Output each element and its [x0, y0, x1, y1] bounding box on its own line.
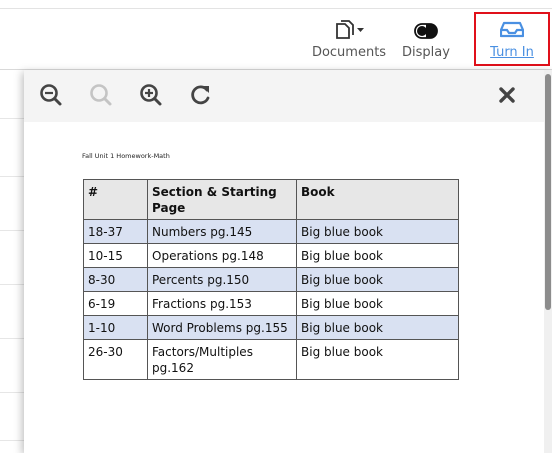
document-header: Fall Unit 1 Homework-Math [82, 152, 170, 160]
column-header: Section & Starting Page [147, 179, 297, 220]
zoom-in-icon [138, 82, 164, 108]
documents-dropdown-icon [309, 20, 389, 42]
cell-section: Percents pg.150 [147, 267, 297, 292]
divider [0, 8, 552, 9]
document-viewer-modal: Fall Unit 1 Homework-Math # Section & St… [24, 70, 552, 453]
cell-book: Big blue book [296, 339, 459, 380]
inbox-tray-icon [476, 20, 548, 42]
column-header: Book [296, 179, 459, 220]
cell-book: Big blue book [296, 267, 459, 292]
cell-section: Fractions pg.153 [147, 291, 297, 316]
cell-section: Operations pg.148 [147, 243, 297, 268]
scrollbar[interactable] [544, 70, 552, 453]
close-icon [496, 87, 518, 110]
zoom-out-icon [38, 82, 64, 108]
cell-number: 6-19 [83, 291, 148, 316]
table-row: 18-37 Numbers pg.145 Big blue book [83, 219, 459, 244]
cell-number: 18-37 [83, 219, 148, 244]
document-page: Fall Unit 1 Homework-Math # Section & St… [24, 122, 544, 453]
cell-book: Big blue book [296, 315, 459, 340]
table-row: 10-15 Operations pg.148 Big blue book [83, 243, 459, 268]
turn-in-label: Turn In [490, 45, 534, 60]
table-row: 26-30 Factors/Multiples pg.162 Big blue bo… [83, 339, 459, 380]
cell-book: Big blue book [296, 291, 459, 316]
display-button[interactable]: Display [398, 20, 454, 66]
viewer-toolbar [24, 70, 544, 122]
cell-section: Numbers pg.145 [147, 219, 297, 244]
zoom-reset-button[interactable] [88, 82, 114, 108]
cell-number: 10-15 [83, 243, 148, 268]
cell-section: Word Problems pg.155 [147, 315, 297, 340]
cell-number: 1-10 [83, 315, 148, 340]
column-header: # [83, 179, 148, 220]
documents-button[interactable]: Documents [309, 20, 389, 66]
homework-table: # Section & Starting Page Book 18-37 Numb… [83, 179, 459, 380]
cell-book: Big blue book [296, 243, 459, 268]
documents-label: Documents [311, 45, 387, 60]
top-toolbar: Documents Display Turn In [0, 0, 552, 70]
zoom-in-button[interactable] [138, 82, 164, 108]
zoom-out-button[interactable] [38, 82, 64, 108]
zoom-reset-icon [88, 82, 114, 108]
table-row: 6-19 Fractions pg.153 Big blue book [83, 291, 459, 316]
toggle-icon [398, 20, 454, 42]
display-label: Display [402, 45, 450, 60]
close-button[interactable] [496, 84, 518, 106]
scroll-thumb[interactable] [545, 74, 551, 310]
cell-number: 26-30 [83, 339, 148, 380]
cell-section: Factors/Multiples pg.162 [147, 339, 297, 380]
table-header-row: # Section & Starting Page Book [83, 179, 459, 220]
rotate-icon [188, 82, 214, 108]
rotate-button[interactable] [188, 82, 214, 108]
turn-in-button[interactable]: Turn In [474, 12, 550, 66]
table-row: 1-10 Word Problems pg.155 Big blue book [83, 315, 459, 340]
cell-number: 8-30 [83, 267, 148, 292]
table-row: 8-30 Percents pg.150 Big blue book [83, 267, 459, 292]
cell-book: Big blue book [296, 219, 459, 244]
